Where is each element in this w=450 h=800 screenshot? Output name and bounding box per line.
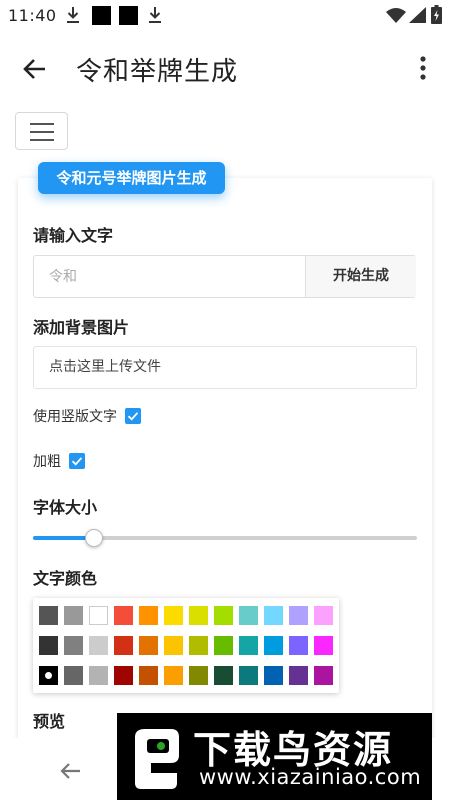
vertical-text-label: 使用竖版文字 xyxy=(33,409,117,425)
color-swatch[interactable] xyxy=(239,666,258,685)
color-swatch[interactable] xyxy=(239,606,258,625)
status-bar: 11:40 xyxy=(0,0,450,32)
selected-color-indicator xyxy=(45,672,52,679)
swatch-row xyxy=(39,636,339,657)
color-swatch[interactable] xyxy=(114,666,133,685)
back-arrow-icon[interactable] xyxy=(20,54,50,84)
app-toolbar: 令和举牌生成 xyxy=(0,32,450,104)
color-swatch[interactable] xyxy=(139,666,158,685)
swatch-row xyxy=(39,606,339,627)
bird-logo-icon xyxy=(135,729,179,789)
color-swatch[interactable] xyxy=(189,606,208,625)
color-swatch[interactable] xyxy=(289,606,308,625)
color-swatch[interactable] xyxy=(289,636,308,655)
color-swatch[interactable] xyxy=(64,636,83,655)
color-swatch[interactable] xyxy=(139,606,158,625)
generate-button[interactable]: 开始生成 xyxy=(305,256,416,297)
color-swatch[interactable] xyxy=(89,606,108,625)
color-swatch[interactable] xyxy=(64,606,83,625)
download-icon xyxy=(67,7,79,23)
bold-label: 加粗 xyxy=(33,454,61,470)
color-swatch[interactable] xyxy=(164,606,183,625)
nav-back-icon[interactable] xyxy=(56,756,86,786)
notification-square-icon xyxy=(92,6,111,25)
color-swatch[interactable] xyxy=(214,636,233,655)
watermark-banner: 下载鸟资源 www.xiazainiao.com xyxy=(117,713,432,800)
color-palette xyxy=(33,598,339,693)
checkmark-icon xyxy=(72,457,83,466)
text-input-label: 请输入文字 xyxy=(33,226,114,245)
color-swatch[interactable] xyxy=(164,666,183,685)
upload-file-button[interactable]: 点击这里上传文件 xyxy=(33,346,417,389)
color-swatch[interactable] xyxy=(39,606,58,625)
signal-icon xyxy=(409,7,426,23)
color-swatch[interactable] xyxy=(89,666,108,685)
menu-button[interactable] xyxy=(15,112,68,150)
color-swatch[interactable] xyxy=(314,666,333,685)
bold-option: 加粗 xyxy=(33,451,86,471)
swatch-row xyxy=(39,666,339,687)
color-swatch[interactable] xyxy=(314,636,333,655)
text-color-label: 文字颜色 xyxy=(33,569,98,588)
card-tag: 令和元号举牌图片生成 xyxy=(38,162,225,194)
color-swatch[interactable] xyxy=(264,666,283,685)
color-swatch[interactable] xyxy=(264,606,283,625)
color-swatch[interactable] xyxy=(189,666,208,685)
font-size-label: 字体大小 xyxy=(33,498,98,517)
background-image-label: 添加背景图片 xyxy=(33,318,130,337)
status-time: 11:40 xyxy=(8,6,57,25)
color-swatch[interactable] xyxy=(289,666,308,685)
vertical-text-checkbox[interactable] xyxy=(125,408,142,424)
bold-checkbox[interactable] xyxy=(69,453,86,469)
color-swatch[interactable] xyxy=(214,666,233,685)
text-input[interactable] xyxy=(34,256,305,297)
color-swatch[interactable] xyxy=(314,606,333,625)
watermark-url: www.xiazainiao.com xyxy=(199,765,422,789)
color-swatch[interactable] xyxy=(39,636,58,655)
color-swatch[interactable] xyxy=(39,666,58,685)
wifi-icon xyxy=(386,8,406,23)
more-options-icon[interactable] xyxy=(410,54,436,84)
battery-icon xyxy=(431,5,442,24)
text-input-group: 开始生成 xyxy=(33,255,416,298)
color-swatch[interactable] xyxy=(189,636,208,655)
color-swatch[interactable] xyxy=(264,636,283,655)
color-swatch[interactable] xyxy=(114,636,133,655)
preview-label: 预览 xyxy=(33,712,66,731)
color-swatch[interactable] xyxy=(139,636,158,655)
color-swatch[interactable] xyxy=(89,636,108,655)
color-swatch[interactable] xyxy=(64,666,83,685)
notification-square-icon xyxy=(119,6,138,25)
color-swatch[interactable] xyxy=(239,636,258,655)
color-swatch[interactable] xyxy=(164,636,183,655)
page-title: 令和举牌生成 xyxy=(76,57,239,87)
download-icon xyxy=(149,7,161,23)
vertical-text-option: 使用竖版文字 xyxy=(33,406,142,426)
color-swatch[interactable] xyxy=(214,606,233,625)
checkmark-icon xyxy=(128,412,139,421)
color-swatch[interactable] xyxy=(114,606,133,625)
